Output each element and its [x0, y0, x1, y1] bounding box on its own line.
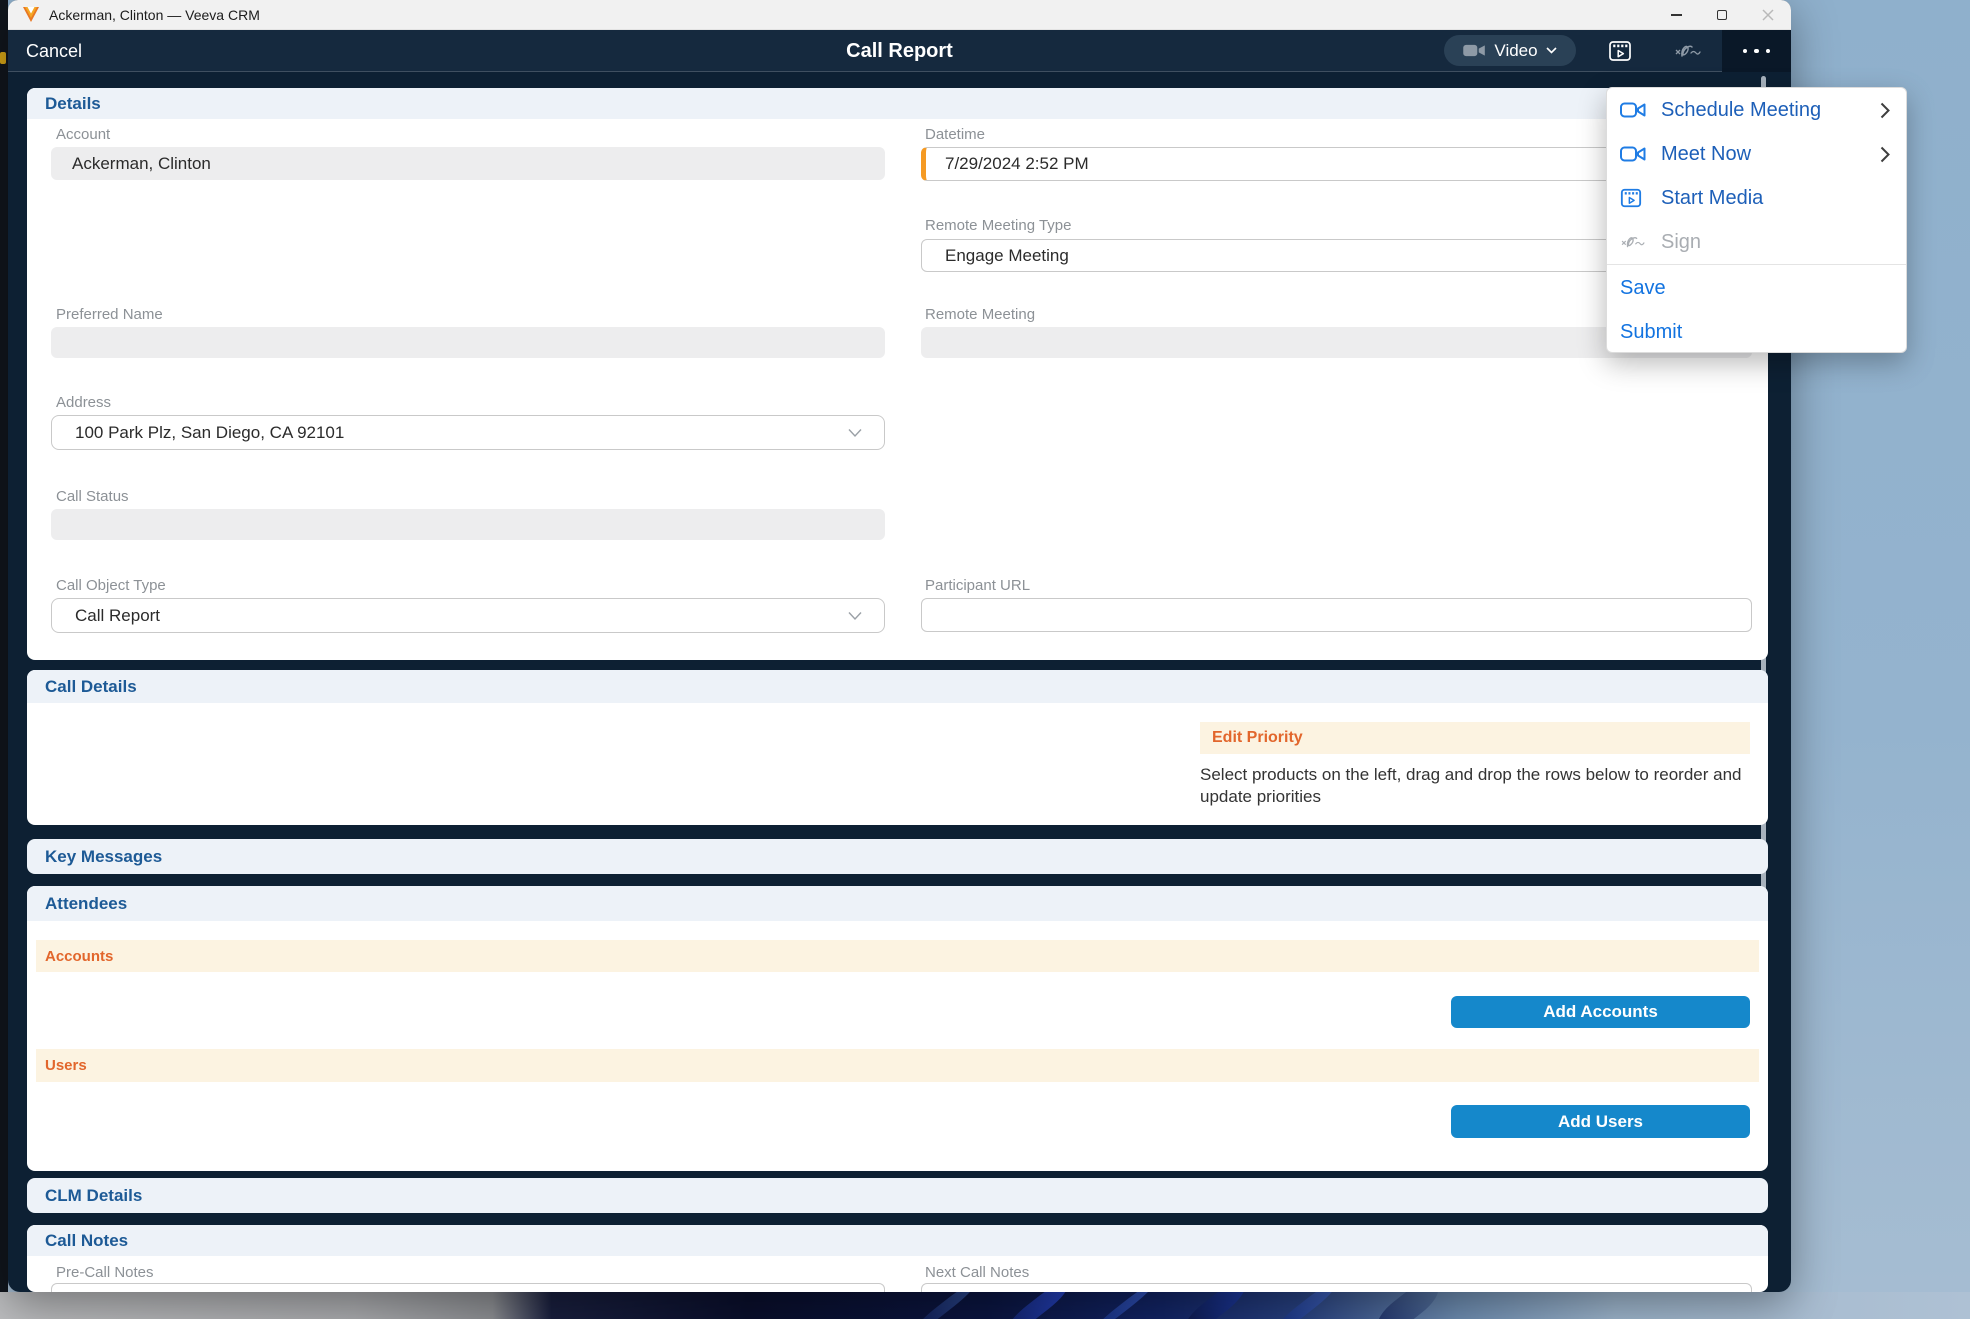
call-status-label: Call Status — [56, 488, 129, 505]
menu-item-meet-now[interactable]: Meet Now — [1607, 132, 1906, 176]
call-object-type-dropdown[interactable]: Call Report — [51, 598, 885, 633]
address-label: Address — [56, 394, 111, 411]
call-object-type-value: Call Report — [75, 606, 160, 626]
add-accounts-button[interactable]: Add Accounts — [1451, 996, 1750, 1028]
sign-button[interactable] — [1668, 38, 1708, 64]
minimize-button[interactable] — [1653, 0, 1699, 30]
menu-item-label: Schedule Meeting — [1661, 99, 1821, 122]
priority-instructions: Select products on the left, drag and dr… — [1200, 764, 1768, 809]
pre-call-notes-label: Pre-Call Notes — [56, 1264, 154, 1281]
menu-item-label: Meet Now — [1661, 143, 1751, 166]
media-calendar-icon — [1608, 39, 1632, 63]
signature-icon — [1674, 40, 1702, 62]
veeva-crm-window: Ackerman, Clinton — Veeva CRM Cancel Cal… — [8, 0, 1791, 1292]
desktop-wallpaper-bottom — [0, 1292, 1970, 1319]
call-object-type-label: Call Object Type — [56, 577, 166, 594]
close-icon — [1762, 9, 1774, 21]
account-label: Account — [56, 126, 110, 143]
key-messages-section-header: Key Messages — [27, 839, 1768, 874]
menu-item-schedule-meeting[interactable]: Schedule Meeting — [1607, 88, 1906, 132]
key-messages-section: Key Messages — [27, 839, 1768, 874]
chevron-down-icon — [1546, 47, 1557, 54]
next-call-notes-field[interactable] — [921, 1283, 1752, 1292]
clm-details-section: CLM Details — [27, 1178, 1768, 1213]
accounts-subheader: Accounts — [36, 940, 1759, 972]
users-subheader: Users — [36, 1049, 1759, 1082]
maximize-icon — [1717, 10, 1727, 20]
remote-meeting-type-label: Remote Meeting Type — [925, 217, 1071, 234]
menu-item-start-media[interactable]: Start Media — [1607, 176, 1906, 220]
window-title: Ackerman, Clinton — Veeva CRM — [49, 7, 260, 23]
chevron-down-icon — [848, 611, 862, 620]
minimize-icon — [1671, 14, 1682, 16]
video-camera-icon — [1620, 101, 1646, 119]
close-button[interactable] — [1745, 0, 1791, 30]
desktop-background-left — [0, 0, 8, 1292]
wallpaper-petal — [1005, 1292, 1070, 1319]
wallpaper-petal — [1372, 1292, 1443, 1319]
menu-divider — [1607, 264, 1906, 265]
veeva-logo-icon — [22, 6, 40, 24]
app-navbar: Cancel Call Report Video — [8, 30, 1791, 72]
call-details-section-header: Call Details — [27, 670, 1768, 703]
wallpaper-petal — [1094, 1292, 1154, 1319]
call-status-field — [51, 509, 885, 540]
attendees-section: Attendees Accounts Add Accounts Users Ad… — [27, 886, 1768, 1171]
menu-item-label: Start Media — [1661, 187, 1763, 210]
menu-item-label: Sign — [1661, 231, 1701, 254]
media-calendar-icon — [1620, 187, 1646, 209]
call-details-section: Call Details Edit Priority Select produc… — [27, 670, 1768, 825]
window-titlebar: Ackerman, Clinton — Veeva CRM — [8, 0, 1791, 30]
next-call-notes-label: Next Call Notes — [925, 1264, 1029, 1281]
more-actions-menu: Schedule Meeting Meet Now — [1606, 87, 1907, 353]
edit-priority-banner: Edit Priority — [1200, 722, 1750, 754]
clm-details-section-header: CLM Details — [27, 1178, 1768, 1213]
pre-call-notes-field[interactable] — [51, 1283, 885, 1292]
preferred-name-label: Preferred Name — [56, 306, 163, 323]
account-field: Ackerman, Clinton — [51, 147, 885, 180]
remote-meeting-label: Remote Meeting — [925, 306, 1035, 323]
video-button-label: Video — [1494, 41, 1537, 61]
wallpaper-petal — [914, 1292, 975, 1319]
video-camera-icon — [1620, 145, 1646, 163]
menu-item-submit[interactable]: Submit — [1607, 310, 1906, 354]
datetime-label: Datetime — [925, 126, 985, 143]
preferred-name-field — [51, 327, 885, 358]
signature-icon — [1620, 232, 1646, 252]
menu-item-sign: Sign — [1607, 220, 1906, 264]
video-camera-icon — [1463, 43, 1486, 58]
participant-url-field[interactable] — [921, 598, 1752, 632]
add-users-button[interactable]: Add Users — [1451, 1105, 1750, 1138]
address-value: 100 Park Plz, San Diego, CA 92101 — [75, 423, 344, 443]
details-section: Details Account Ackerman, Clinton Dateti… — [27, 88, 1768, 660]
call-notes-section: Call Notes Pre-Call Notes Next Call Note… — [27, 1225, 1768, 1292]
chevron-right-icon — [1880, 146, 1890, 163]
chevron-down-icon — [848, 428, 862, 437]
menu-item-save[interactable]: Save — [1607, 266, 1906, 310]
maximize-button[interactable] — [1699, 0, 1745, 30]
desktop-icon-fragment — [0, 52, 6, 64]
wallpaper-petal — [1275, 1292, 1338, 1319]
address-dropdown[interactable]: 100 Park Plz, San Diego, CA 92101 — [51, 415, 885, 450]
more-actions-button[interactable] — [1722, 30, 1791, 72]
details-section-header: Details — [27, 88, 1768, 119]
chevron-right-icon — [1880, 102, 1890, 119]
start-media-button[interactable] — [1600, 38, 1640, 64]
call-notes-section-header: Call Notes — [27, 1225, 1768, 1256]
video-dropdown-button[interactable]: Video — [1444, 35, 1576, 66]
participant-url-label: Participant URL — [925, 577, 1030, 594]
attendees-section-header: Attendees — [27, 886, 1768, 921]
ellipsis-icon — [1743, 49, 1771, 54]
wallpaper-petal — [1181, 1292, 1248, 1319]
